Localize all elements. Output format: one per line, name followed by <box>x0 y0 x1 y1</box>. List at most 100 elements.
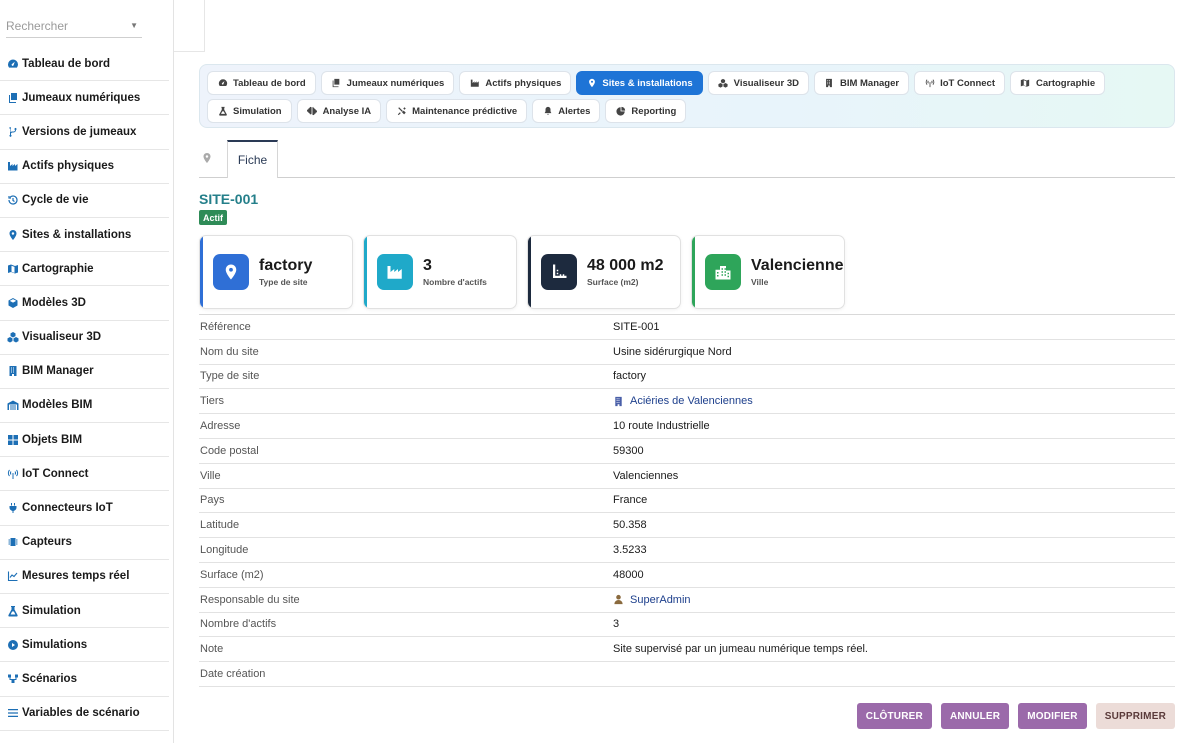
sidebar-item-0[interactable]: Tableau de bord <box>0 47 169 82</box>
delete-button[interactable]: SUPPRIMER <box>1095 703 1175 729</box>
tab-fiche[interactable]: Fiche <box>227 140 278 178</box>
field-label: Référence <box>200 320 251 333</box>
gauge-icon <box>6 57 20 71</box>
module-tab-5[interactable]: BIM Manager <box>813 71 910 95</box>
map-icon <box>6 262 20 276</box>
sidebar-item-19[interactable]: Variables de scénario <box>0 697 169 731</box>
module-tab-8[interactable]: Simulation <box>207 99 292 123</box>
module-tab-4[interactable]: Visualiseur 3D <box>707 71 809 95</box>
sidebar-item-17[interactable]: Simulations <box>0 628 169 663</box>
kpi-card-0: factory Type de site <box>199 235 353 309</box>
field-value-cell: SITE-001 <box>613 321 659 333</box>
sidebar-item-9[interactable]: BIM Manager <box>0 355 169 389</box>
field-value: factory <box>613 370 647 383</box>
sidebar-item-label: Cycle de vie <box>22 194 89 207</box>
module-tab-0[interactable]: Tableau de bord <box>207 71 316 95</box>
sidebar-item-5[interactable]: Sites & installations <box>0 218 169 253</box>
card-label: Type de site <box>259 277 308 287</box>
module-tab-2[interactable]: Actifs physiques <box>459 71 572 95</box>
card-accent-bar <box>200 236 203 308</box>
module-tab-12[interactable]: Reporting <box>605 99 687 123</box>
field-value-cell: 59300 <box>613 445 644 457</box>
sidebar-item-label: Capteurs <box>22 536 72 549</box>
gauge-icon <box>217 78 228 89</box>
pie-chart-icon <box>615 106 626 117</box>
bell-icon <box>542 106 553 117</box>
branch-icon <box>6 125 20 139</box>
module-tabs-bar: Tableau de bord Jumeaux numériques Actifs … <box>199 64 1175 128</box>
sidebar-item-15[interactable]: Mesures temps réel <box>0 560 169 594</box>
close-button[interactable]: CLÔTURER <box>856 703 932 729</box>
module-tab-3[interactable]: Sites & installations <box>576 71 703 95</box>
field-value: 48000 <box>613 568 644 581</box>
sidebar-item-3[interactable]: Actifs physiques <box>0 150 169 184</box>
module-tab-1[interactable]: Jumeaux numériques <box>320 71 455 95</box>
sidebar-item-8[interactable]: Visualiseur 3D <box>0 321 169 355</box>
module-tab-label: Sites & installations <box>602 77 693 89</box>
module-tab-10[interactable]: Maintenance prédictive <box>386 99 528 123</box>
sidebar-item-11[interactable]: Objets BIM <box>0 423 169 458</box>
sidebar-item-12[interactable]: IoT Connect <box>0 457 169 492</box>
field-link[interactable]: Aciéries de Valenciennes <box>630 395 753 407</box>
cube-icon <box>6 296 20 310</box>
detail-table: Référence SITE-001 Nom du site Usine sidéru… <box>199 314 1175 687</box>
sidebar-item-14[interactable]: Capteurs <box>0 526 169 560</box>
field-value-cell: Valenciennes <box>613 470 678 482</box>
sidebar-item-7[interactable]: Modèles 3D <box>0 286 169 321</box>
warehouse-icon <box>6 398 20 412</box>
field-link[interactable]: SuperAdmin <box>630 594 691 606</box>
sliders-icon <box>6 706 20 720</box>
flask-icon <box>217 106 228 117</box>
sidebar-item-label: Mesures temps réel <box>22 570 130 583</box>
sidebar-item-16[interactable]: Simulation <box>0 594 169 629</box>
record-tabs: Fiche <box>199 140 1175 178</box>
map-pin-icon <box>213 254 249 290</box>
field-label: Nombre d'actifs <box>200 618 277 631</box>
sidebar: Rechercher ▼ Tableau de bord Jumeaux numé… <box>0 0 174 743</box>
detail-row: Responsable du site SuperAdmin <box>199 588 1175 613</box>
chevron-down-icon[interactable]: ▼ <box>130 21 138 30</box>
card-text: 3 Nombre d'actifs <box>423 257 487 287</box>
module-tab-label: Jumeaux numériques <box>346 77 445 89</box>
module-tab-9[interactable]: Analyse IA <box>296 99 382 123</box>
edit-button[interactable]: MODIFIER <box>1018 703 1087 729</box>
field-label: Tiers <box>200 395 225 408</box>
map-pin-icon <box>586 78 597 89</box>
sidebar-item-18[interactable]: Scénarios <box>0 662 169 697</box>
module-tab-11[interactable]: Alertes <box>532 99 601 123</box>
detail-row: Ville Valenciennes <box>199 464 1175 489</box>
detail-row: Nom du site Usine sidérurgique Nord <box>199 340 1175 365</box>
sidebar-item-2[interactable]: Versions de jumeaux <box>0 115 169 150</box>
sidebar-item-6[interactable]: Cartographie <box>0 252 169 287</box>
sidebar-item-label: Visualiseur 3D <box>22 331 102 344</box>
card-accent-bar <box>364 236 367 308</box>
main-content: Tableau de bord Jumeaux numériques Actifs … <box>199 0 1175 743</box>
module-tab-label: Alertes <box>558 105 591 117</box>
history-icon <box>6 193 20 207</box>
sidebar-item-4[interactable]: Cycle de vie <box>0 184 169 218</box>
field-value-cell: factory <box>613 370 646 382</box>
detail-row: Type de site factory <box>199 365 1175 390</box>
card-text: factory Type de site <box>259 257 312 287</box>
field-value: 3.5233 <box>613 544 647 557</box>
field-value: Valenciennes <box>613 469 679 482</box>
module-tab-6[interactable]: IoT Connect <box>914 71 1005 95</box>
detail-row: Latitude 50.358 <box>199 513 1175 539</box>
sidebar-search[interactable]: Rechercher ▼ <box>6 14 142 38</box>
field-label: Nom du site <box>200 345 259 358</box>
building-icon <box>824 78 835 89</box>
module-tab-label: Analyse IA <box>322 105 372 117</box>
sidebar-item-13[interactable]: Connecteurs IoT <box>0 491 169 526</box>
flask-icon <box>6 604 20 618</box>
module-tab-label: Simulation <box>233 105 282 117</box>
user-icon <box>613 594 624 605</box>
map-pin-icon[interactable] <box>201 151 215 165</box>
cancel-button[interactable]: ANNULER <box>940 703 1010 729</box>
detail-row: Tiers Aciéries de Valenciennes <box>199 389 1175 415</box>
module-tab-7[interactable]: Cartographie <box>1009 71 1106 95</box>
sidebar-item-10[interactable]: Modèles BIM <box>0 389 169 424</box>
sidebar-item-1[interactable]: Jumeaux numériques <box>0 81 169 116</box>
page-title: SITE-001 <box>199 191 259 207</box>
sidebar-menu: Tableau de bord Jumeaux numériques Version… <box>0 47 169 731</box>
industry-icon <box>469 78 480 89</box>
